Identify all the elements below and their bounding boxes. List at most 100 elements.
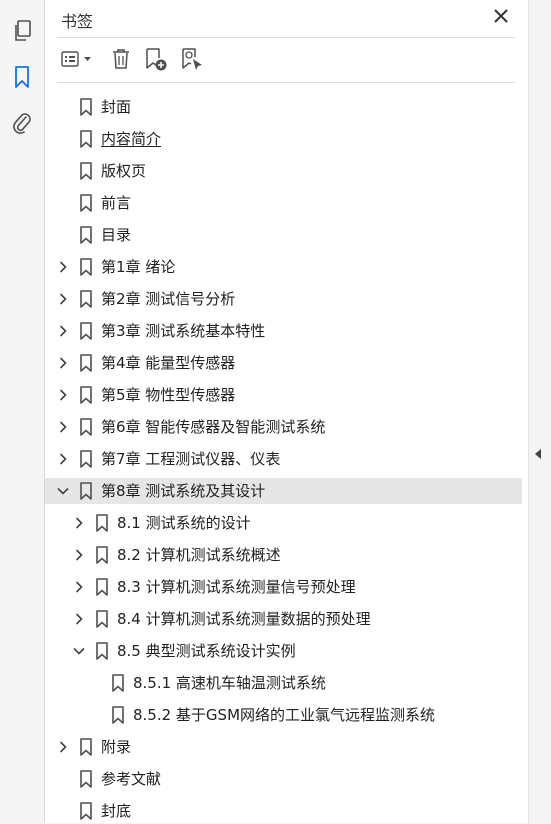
bookmark-icon	[79, 770, 93, 788]
bookmark-row[interactable]: 第6章 智能传感器及智能测试系统	[45, 414, 522, 440]
bookmark-row[interactable]: 8.3 计算机测试系统测量信号预处理	[45, 574, 522, 600]
chevron-right-icon[interactable]	[71, 579, 87, 595]
bookmark-icon	[111, 706, 125, 724]
bookmark-icon	[79, 290, 93, 308]
new-bookmark-button[interactable]	[143, 47, 169, 75]
bookmark-label: 8.1 测试系统的设计	[117, 514, 251, 532]
bookmark-label: 封面	[101, 98, 132, 116]
options-menu-button[interactable]	[59, 47, 95, 75]
bookmark-icon	[95, 642, 109, 660]
chevron-right-icon[interactable]	[55, 451, 71, 467]
bookmark-icon	[95, 546, 109, 564]
bookmark-row[interactable]: 目录	[45, 222, 522, 248]
bookmark-icon	[95, 610, 109, 628]
bookmark-row[interactable]: 第1章 绪论	[45, 254, 522, 280]
bookmark-icon	[79, 386, 93, 404]
bookmark-label: 第3章 测试系统基本特性	[101, 322, 266, 340]
bookmark-row[interactable]: 8.5.2 基于GSM网络的工业氯气远程监测系统	[45, 702, 522, 728]
bookmark-icon	[79, 450, 93, 468]
chevron-right-icon[interactable]	[55, 323, 71, 339]
close-icon	[494, 8, 508, 27]
bookmark-row[interactable]: 第7章 工程测试仪器、仪表	[45, 446, 522, 472]
bookmark-icon	[79, 258, 93, 276]
bookmark-icon	[79, 98, 93, 116]
bookmark-row[interactable]: 8.4 计算机测试系统测量数据的预处理	[45, 606, 522, 632]
bookmark-icon	[79, 162, 93, 180]
chevron-right-icon[interactable]	[71, 547, 87, 563]
bookmark-label: 8.2 计算机测试系统概述	[117, 546, 281, 564]
bookmark-row[interactable]: 8.2 计算机测试系统概述	[45, 542, 522, 568]
bookmark-label: 第1章 绪论	[101, 258, 176, 276]
bookmark-label: 参考文献	[101, 770, 162, 788]
panel-header: 书签	[45, 0, 528, 36]
chevron-right-icon[interactable]	[55, 355, 71, 371]
bookmark-label: 内容简介	[101, 130, 162, 148]
bookmark-row[interactable]: 第5章 物性型传感器	[45, 382, 522, 408]
bookmark-find-icon	[179, 46, 205, 76]
attachments-icon[interactable]	[9, 110, 35, 136]
bookmark-row[interactable]: 封面	[45, 94, 522, 120]
bookmark-icon	[79, 322, 93, 340]
bookmark-row[interactable]: 8.1 测试系统的设计	[45, 510, 522, 536]
header-divider	[57, 37, 515, 38]
chevron-right-icon[interactable]	[55, 419, 71, 435]
navigation-rail	[0, 0, 45, 823]
delete-icon	[110, 47, 132, 75]
bookmark-label: 版权页	[101, 162, 147, 180]
chevron-down-icon[interactable]	[71, 643, 87, 659]
bookmark-label: 8.3 计算机测试系统测量信号预处理	[117, 578, 356, 596]
bookmark-row[interactable]: 封底	[45, 798, 522, 824]
bookmark-label: 8.4 计算机测试系统测量数据的预处理	[117, 610, 371, 628]
bookmark-label: 第8章 测试系统及其设计	[101, 482, 266, 500]
panel-title: 书签	[61, 12, 94, 31]
bookmark-label: 第5章 物性型传感器	[101, 386, 236, 404]
pages-icon[interactable]	[9, 18, 35, 44]
bookmark-icon	[95, 578, 109, 596]
bookmark-label: 第4章 能量型传感器	[101, 354, 236, 372]
delete-bookmark-button[interactable]	[109, 47, 133, 75]
bookmark-label: 8.5.2 基于GSM网络的工业氯气远程监测系统	[133, 706, 436, 724]
bookmark-row[interactable]: 内容简介	[45, 126, 522, 152]
chevron-right-icon[interactable]	[71, 611, 87, 627]
bookmark-icon	[79, 226, 93, 244]
bookmark-icon	[79, 738, 93, 756]
bookmark-label: 附录	[101, 738, 132, 756]
bookmark-row[interactable]: 前言	[45, 190, 522, 216]
bookmark-row[interactable]: 8.5 典型测试系统设计实例	[45, 638, 522, 664]
collapse-arrow-icon	[534, 444, 542, 463]
bookmark-label: 目录	[101, 226, 132, 244]
bookmark-row[interactable]: 第4章 能量型传感器	[45, 350, 522, 376]
bookmark-row[interactable]: 版权页	[45, 158, 522, 184]
bookmark-icon	[111, 674, 125, 692]
bookmark-label: 第6章 智能传感器及智能测试系统	[101, 418, 326, 436]
new-bookmark-icon	[143, 46, 169, 76]
bookmark-icon	[79, 482, 93, 500]
collapse-panel-handle[interactable]	[531, 440, 545, 466]
chevron-right-icon[interactable]	[55, 387, 71, 403]
bookmark-icon	[79, 354, 93, 372]
bookmark-row[interactable]: 附录	[45, 734, 522, 760]
bookmark-icon	[95, 514, 109, 532]
bookmark-icon	[79, 194, 93, 212]
bookmarks-icon[interactable]	[9, 64, 35, 90]
bookmark-icon	[79, 130, 93, 148]
close-panel-button[interactable]	[490, 6, 512, 28]
bookmark-label: 8.5.1 高速机车轴温测试系统	[133, 674, 326, 692]
bookmark-label: 第2章 测试信号分析	[101, 290, 236, 308]
bookmarks-toolbar	[57, 44, 515, 78]
chevron-right-icon[interactable]	[55, 291, 71, 307]
chevron-right-icon[interactable]	[55, 739, 71, 755]
chevron-right-icon[interactable]	[55, 259, 71, 275]
chevron-right-icon[interactable]	[71, 515, 87, 531]
bookmark-icon	[79, 418, 93, 436]
bookmark-label: 封底	[101, 802, 132, 820]
find-bookmark-button[interactable]	[179, 47, 205, 75]
bookmark-row[interactable]: 第2章 测试信号分析	[45, 286, 522, 312]
bookmark-row[interactable]: 第8章 测试系统及其设计	[45, 478, 522, 504]
bookmark-row[interactable]: 第3章 测试系统基本特性	[45, 318, 522, 344]
bookmark-row[interactable]: 8.5.1 高速机车轴温测试系统	[45, 670, 522, 696]
bookmark-row[interactable]: 参考文献	[45, 766, 522, 792]
bookmark-label: 第7章 工程测试仪器、仪表	[101, 450, 281, 468]
bookmark-label: 前言	[101, 194, 132, 212]
chevron-down-icon[interactable]	[55, 483, 71, 499]
